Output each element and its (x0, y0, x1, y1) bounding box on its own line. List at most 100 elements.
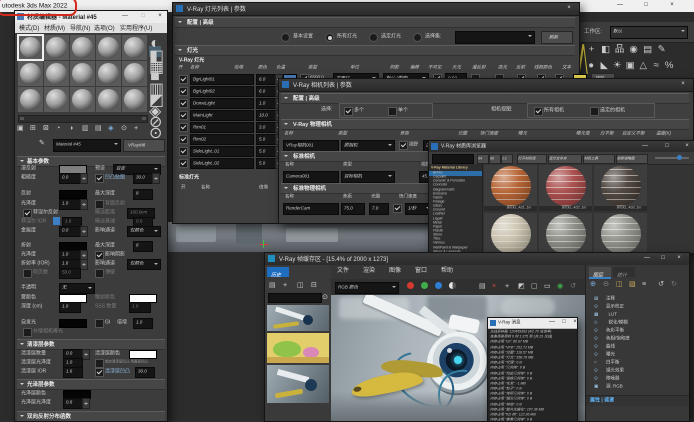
search-icon[interactable]: ⊙ (322, 293, 328, 300)
light-name-field[interactable]: SideLight_01 (190, 146, 254, 157)
selection-set-dropdown[interactable] (455, 31, 535, 44)
focal-field[interactable]: 75.0 (341, 203, 365, 215)
maximize-icon[interactable]: □ (664, 142, 670, 148)
thumb-size-slider[interactable] (655, 157, 689, 159)
minimize-icon[interactable]: — (549, 318, 555, 324)
light-mult-field[interactable]: 5.0 (256, 134, 276, 145)
layer-row[interactable]: ⊙ 显示校正 (586, 303, 690, 311)
background-icon[interactable]: ▦ (149, 57, 161, 68)
sample-slot[interactable] (70, 61, 95, 86)
multi-checkbox[interactable] (344, 107, 353, 116)
close-icon[interactable]: × (669, 1, 675, 7)
refresh-thumbs-button[interactable]: 刷新缩略图 (616, 154, 648, 164)
close-icon[interactable]: × (676, 254, 682, 260)
undo-icon[interactable]: ↺ (658, 280, 664, 287)
layer-row[interactable]: ⊙ 曲线 (586, 343, 690, 351)
save-image-icon[interactable]: ▤ (479, 282, 486, 289)
light-row[interactable]: BgrLight02 6.0 (173, 85, 283, 97)
r-affect-channels-dropdown[interactable]: 仅颜色 (127, 259, 161, 270)
metalness-field[interactable]: 0.0 (59, 226, 81, 237)
region-render-icon[interactable]: ▭ (544, 282, 551, 289)
layer-row[interactable]: ⊙ 色相/饱和度 (586, 335, 690, 343)
pick-material-icon[interactable]: ✎ (39, 139, 45, 146)
save-history-icon[interactable]: ▤ (269, 281, 276, 288)
command-panel-tab-icon[interactable]: + (586, 44, 597, 55)
render-last-icon[interactable]: ↺ (570, 282, 576, 289)
show-end-result-icon[interactable]: ⊙ (121, 124, 129, 132)
viewport-render-strip[interactable] (166, 222, 428, 252)
self-illum-swatch[interactable] (59, 319, 87, 328)
sample-slot[interactable] (122, 61, 147, 86)
menu-item[interactable]: 材质(M) (44, 25, 65, 29)
sample-slot[interactable] (96, 87, 121, 112)
light-row[interactable]: Rim01 3.0 (173, 121, 283, 133)
sample-slot[interactable] (122, 35, 147, 60)
shutter-checkbox[interactable] (393, 204, 402, 213)
options-icon[interactable]: ◈ (149, 101, 161, 112)
sample-slot[interactable] (70, 87, 95, 112)
material-thumb[interactable]: Bricks_A04_1m (483, 212, 538, 254)
close-icon[interactable]: × (572, 318, 578, 324)
get-material-icon[interactable]: ▣ (17, 124, 25, 132)
tiling-icon[interactable]: ■ (149, 68, 161, 79)
layer-row[interactable]: ⊙ 降噪器 (586, 375, 690, 383)
thin-walled-checkbox[interactable] (95, 269, 104, 278)
command-panel-tab-icon[interactable]: ◉ (628, 44, 639, 55)
light-mult-field[interactable]: 10.0 (256, 110, 276, 121)
light-mult-field[interactable]: 1.0 (256, 98, 276, 109)
close-icon[interactable]: × (680, 80, 686, 86)
menu-item[interactable]: 导航(N) (70, 25, 90, 29)
vfb-menu-item[interactable]: 文件 (337, 267, 349, 273)
props-header[interactable]: 属性 | 遮罩 (586, 395, 690, 406)
go-to-parent-icon[interactable]: + (134, 124, 142, 132)
light-name-field[interactable]: Rim01 (190, 122, 254, 133)
put-to-library-icon[interactable]: ▥ (82, 124, 90, 132)
show-map-icon[interactable]: ◈ (108, 124, 116, 132)
radio-selected-lights[interactable] (369, 33, 378, 42)
spinner[interactable] (80, 173, 88, 184)
sample-slot[interactable] (44, 35, 69, 60)
material-thumb[interactable]: Bricks_B01_1m (538, 212, 593, 254)
bump-checkbox[interactable] (95, 174, 104, 183)
light-name-field[interactable]: DomeLight (190, 98, 254, 109)
coat-color-swatch[interactable] (129, 350, 157, 359)
messages-window[interactable]: V-Ray 消息 — □ × 光线采样器: 120459363 (4/2.70 … (487, 317, 578, 422)
ior-lock-icon[interactable] (53, 217, 60, 225)
light-mult-field[interactable]: 5.0 (256, 158, 276, 169)
pixel-probe-icon[interactable]: + (505, 282, 509, 289)
create-subtab-icon[interactable]: % (664, 60, 674, 71)
r-max-depth-field[interactable]: 8 (133, 241, 153, 252)
fov-checkbox[interactable] (399, 141, 408, 150)
minimize-icon[interactable]: — (617, 1, 623, 7)
clear-image-icon[interactable]: × (492, 282, 496, 289)
light-mult-field[interactable]: 3.0 (256, 122, 276, 133)
radio-all-lights[interactable] (325, 33, 334, 42)
max-depth-field[interactable]: 8 (133, 189, 153, 200)
show-folder-button[interactable]: 显示文件夹 (548, 154, 582, 164)
sss-field[interactable]: 1.0 (129, 302, 151, 313)
light-name-field[interactable]: BgrLight01 (190, 74, 254, 85)
light-mult-field[interactable]: 6.0 (256, 86, 276, 97)
tab-stats[interactable]: 统计 (613, 267, 635, 277)
layer-list-icon[interactable]: ≡ (642, 280, 646, 287)
material-thumb[interactable]: Bricks_A01_1m (483, 164, 538, 212)
create-subtab-icon[interactable]: ▣ (625, 60, 635, 71)
command-panel-tab-icon[interactable]: ✎ (656, 44, 667, 55)
create-subtab-icon[interactable]: ≈ (651, 60, 661, 71)
slider-knob[interactable] (677, 155, 682, 160)
sample-slot[interactable] (70, 35, 95, 60)
abbe-field[interactable]: 50.0 (59, 268, 81, 279)
layer-row[interactable]: ⊙ 镜头效果 (586, 367, 690, 375)
add-layer-icon[interactable]: ⊕ (590, 280, 596, 287)
vfb-menu-item[interactable]: 渲染 (363, 267, 375, 273)
radio-selection-set[interactable] (413, 33, 422, 42)
menu-item[interactable]: 选项(O) (94, 25, 115, 29)
reset-map-icon[interactable]: ◔ (56, 124, 64, 132)
spinner[interactable] (80, 226, 88, 237)
thumb-size-64-button[interactable]: 64 (477, 154, 489, 164)
coat-bump-field[interactable]: 30.0 (135, 367, 155, 378)
sample-slot[interactable] (122, 87, 147, 112)
maximize-icon[interactable]: □ (643, 1, 649, 7)
light-row[interactable]: DomeLight 1.0 (173, 97, 283, 109)
white-balance-picker-icon[interactable]: ◩ (518, 282, 525, 289)
